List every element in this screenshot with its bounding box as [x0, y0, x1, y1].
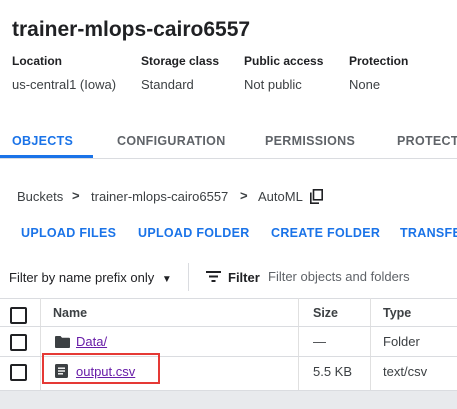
public-access-label: Public access	[244, 54, 324, 68]
breadcrumb-bucket[interactable]: trainer-mlops-cairo6557	[91, 189, 228, 204]
highlight-box	[42, 353, 160, 384]
table-top-border	[0, 298, 457, 299]
upload-folder-button[interactable]: UPLOAD FOLDER	[138, 226, 250, 240]
caret-down-icon: ▼	[161, 274, 172, 285]
column-divider	[298, 298, 299, 391]
storage-class-value: Standard	[141, 77, 194, 92]
tabs-divider	[0, 158, 457, 159]
tab-objects[interactable]: OBJECTS	[12, 134, 73, 148]
filter-prefix-label: Filter by name prefix only	[9, 270, 155, 285]
breadcrumb-buckets[interactable]: Buckets	[17, 189, 63, 204]
location-label: Location	[12, 54, 62, 68]
filter-label: Filter	[228, 270, 260, 285]
tab-permissions[interactable]: PERMISSIONS	[265, 134, 355, 148]
location-value: us-central1 (Iowa)	[12, 77, 117, 92]
type-cell: Folder	[383, 334, 420, 349]
breadcrumb-separator: >	[72, 188, 80, 203]
size-cell: 5.5 KB	[313, 364, 353, 379]
filter-prefix-dropdown[interactable]: Filter by name prefix only ▼	[9, 270, 172, 285]
filter-lines-icon	[206, 271, 221, 282]
filter-divider	[188, 263, 189, 291]
filter-objects-input[interactable]	[268, 265, 453, 287]
folder-link[interactable]: Data/	[76, 334, 107, 349]
breadcrumb-separator: >	[240, 188, 248, 203]
protection-value: None	[349, 77, 381, 92]
horizontal-scrollbar[interactable]	[0, 391, 457, 409]
size-column-header[interactable]: Size	[313, 306, 338, 320]
public-access-value: Not public	[244, 77, 302, 92]
column-divider	[40, 298, 41, 391]
transfer-button[interactable]: TRANSFE	[400, 226, 457, 240]
create-folder-button[interactable]: CREATE FOLDER	[271, 226, 380, 240]
copy-icon[interactable]	[310, 189, 323, 204]
type-column-header[interactable]: Type	[383, 306, 411, 320]
select-all-checkbox[interactable]	[10, 307, 27, 324]
name-column-header[interactable]: Name	[53, 306, 87, 320]
protection-label: Protection	[349, 54, 409, 68]
column-divider	[370, 298, 371, 391]
storage-class-label: Storage class	[141, 54, 220, 68]
header-divider	[0, 326, 457, 327]
breadcrumb-folder: AutoML	[258, 189, 303, 204]
tab-protection[interactable]: PROTECTI	[397, 134, 457, 148]
tab-configuration[interactable]: CONFIGURATION	[117, 134, 226, 148]
type-cell: text/csv	[383, 364, 428, 379]
folder-icon	[55, 336, 70, 348]
upload-files-button[interactable]: UPLOAD FILES	[21, 226, 116, 240]
size-cell: —	[313, 334, 326, 349]
row-checkbox[interactable]	[10, 334, 27, 351]
row-checkbox[interactable]	[10, 364, 27, 381]
bucket-title: trainer-mlops-cairo6557	[12, 18, 251, 41]
